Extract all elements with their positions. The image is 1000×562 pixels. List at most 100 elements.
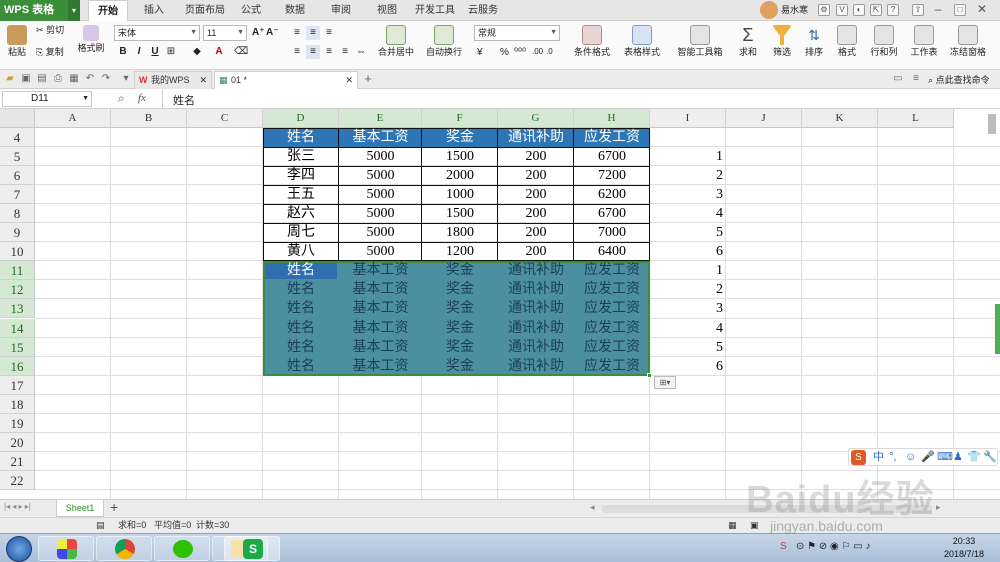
cell[interactable]: 5000 [339, 166, 422, 185]
save-icon[interactable]: ▣ [20, 73, 32, 85]
menu-tab-cloud[interactable]: 云服务 [466, 0, 500, 21]
formula-input[interactable]: 姓名 [162, 89, 1000, 108]
row-col-button[interactable]: 行和列 [866, 25, 902, 58]
sort-button[interactable]: ⇅ 排序 [800, 25, 828, 58]
format-painter-button[interactable]: 格式刷 [76, 25, 106, 54]
cut-button[interactable]: ✂ 剪切 [36, 25, 64, 36]
add-sheet-icon[interactable]: + [110, 499, 118, 515]
zoom-search-icon[interactable]: ⌕ [118, 91, 125, 106]
cell[interactable]: 通讯补助 [498, 357, 574, 376]
cell-col-i[interactable]: 1 [650, 261, 726, 280]
justify-icon[interactable]: ≡ [338, 45, 352, 59]
vip-icon[interactable]: V [836, 4, 848, 16]
cell[interactable]: 奖金 [422, 338, 498, 357]
ime-toolbar[interactable]: S 中 °, ☺ 🎤 ⌨ ♟ 👕 🔧 [848, 448, 998, 466]
cell[interactable]: 7000 [574, 223, 650, 242]
cell[interactable]: 应发工资 [574, 261, 650, 280]
cell[interactable]: 基本工资 [339, 338, 422, 357]
currency-icon[interactable]: ¥ [477, 47, 483, 58]
conditional-format-button[interactable]: 条件格式 [570, 25, 614, 58]
tab-my-wps[interactable]: W 我的WPS ✕ [134, 71, 212, 89]
cell[interactable]: 通讯补助 [498, 261, 574, 280]
cell[interactable]: 7200 [574, 166, 650, 185]
worksheet-button[interactable]: 工作表 [906, 25, 942, 58]
cell-col-i[interactable]: 1 [650, 147, 726, 166]
underline-icon[interactable]: U [148, 45, 162, 59]
align-top-icon[interactable]: ≡ [290, 26, 304, 40]
settings-icon[interactable]: ⚙ [818, 4, 830, 16]
cell[interactable]: 奖金 [422, 280, 498, 299]
cell[interactable]: 应发工资 [574, 280, 650, 299]
close-icon[interactable]: ✕ [345, 72, 353, 89]
row-header-11[interactable]: 11 [0, 261, 35, 281]
sum-button[interactable]: Σ 求和 [734, 25, 762, 58]
column-header-d[interactable]: D [263, 109, 339, 128]
cell[interactable]: 5000 [339, 242, 422, 261]
clear-format-icon[interactable]: ⌫ [234, 45, 248, 59]
scroll-left-icon[interactable]: ◂ [590, 502, 595, 513]
cell[interactable]: 6400 [574, 242, 650, 261]
row-header-13[interactable]: 13 [0, 299, 35, 319]
cell[interactable]: 基本工资 [339, 299, 422, 318]
column-header-a[interactable]: A [35, 109, 111, 128]
cell[interactable]: 通讯补助 [498, 128, 574, 147]
taskbar-wechat[interactable] [154, 536, 210, 561]
row-header-17[interactable]: 17 [0, 375, 35, 395]
cell[interactable]: 5000 [339, 223, 422, 242]
cell[interactable]: 200 [498, 166, 574, 185]
cell[interactable]: 通讯补助 [498, 299, 574, 318]
list-icon[interactable]: ≡ [910, 73, 922, 85]
row-header-12[interactable]: 12 [0, 280, 35, 300]
paste-button[interactable]: 粘贴 [4, 25, 30, 58]
cell[interactable]: 通讯补助 [498, 280, 574, 299]
row-header-22[interactable]: 22 [0, 470, 35, 490]
increase-decimal-icon[interactable]: .00 [532, 47, 543, 56]
row-header-21[interactable]: 21 [0, 451, 35, 471]
copy-button[interactable]: ⎘ 复制 [36, 47, 64, 58]
cell[interactable]: 基本工资 [339, 357, 422, 376]
cell-col-i[interactable]: 2 [650, 280, 726, 299]
number-format-select[interactable]: 常规 ▼ [474, 25, 560, 41]
comment-icon[interactable]: ▭ [892, 73, 904, 85]
restore-icon[interactable]: ⇧ [912, 4, 924, 16]
cell[interactable]: 6700 [574, 204, 650, 223]
cell[interactable]: 200 [498, 223, 574, 242]
wps-app-menu-button[interactable]: WPS 表格 ▾ [0, 0, 80, 21]
cell[interactable]: 5000 [339, 147, 422, 166]
cell[interactable]: 基本工资 [339, 319, 422, 338]
cell-col-i[interactable]: 4 [650, 319, 726, 338]
column-header-c[interactable]: C [187, 109, 263, 128]
merge-center-button[interactable]: 合并居中 [372, 25, 420, 58]
wrench-icon[interactable]: 🔧 [983, 449, 997, 465]
row-header-14[interactable]: 14 [0, 318, 35, 338]
user-name[interactable]: 易水寒 [781, 0, 808, 21]
cell-col-i[interactable]: 3 [650, 185, 726, 204]
decrease-decimal-icon[interactable]: .0 [546, 47, 553, 56]
cell[interactable]: 姓名 [263, 319, 339, 338]
thousands-icon[interactable]: ⁰⁰⁰ [514, 47, 526, 58]
cell[interactable]: 1500 [422, 147, 498, 166]
cell[interactable]: 6200 [574, 185, 650, 204]
row-header-5[interactable]: 5 [0, 147, 35, 167]
row-header-18[interactable]: 18 [0, 394, 35, 414]
cell[interactable]: 通讯补助 [498, 319, 574, 338]
freeze-panes-button[interactable]: 冻结窗格 [948, 25, 988, 58]
cell[interactable]: 5000 [339, 204, 422, 223]
row-header-15[interactable]: 15 [0, 337, 35, 357]
percent-icon[interactable]: % [500, 47, 509, 58]
cell[interactable]: 李四 [263, 166, 339, 185]
cell[interactable]: 应发工资 [574, 319, 650, 338]
punctuation-icon[interactable]: °, [889, 449, 896, 465]
shirt-icon[interactable]: 👕 [967, 449, 981, 465]
skin-icon[interactable]: ◐ [853, 4, 865, 16]
cell[interactable]: 通讯补助 [498, 338, 574, 357]
vertical-scroll-thumb[interactable] [988, 114, 996, 134]
cell[interactable]: 姓名 [263, 280, 339, 299]
cell[interactable]: 200 [498, 185, 574, 204]
menu-tab-review[interactable]: 审阅 [326, 0, 356, 21]
undo-icon[interactable]: ↶ [84, 73, 96, 85]
tab-document[interactable]: ▦ 01 * ✕ [214, 71, 358, 89]
cell[interactable]: 基本工资 [339, 280, 422, 299]
row-header-4[interactable]: 4 [0, 128, 35, 148]
column-header-h[interactable]: H [574, 109, 650, 128]
